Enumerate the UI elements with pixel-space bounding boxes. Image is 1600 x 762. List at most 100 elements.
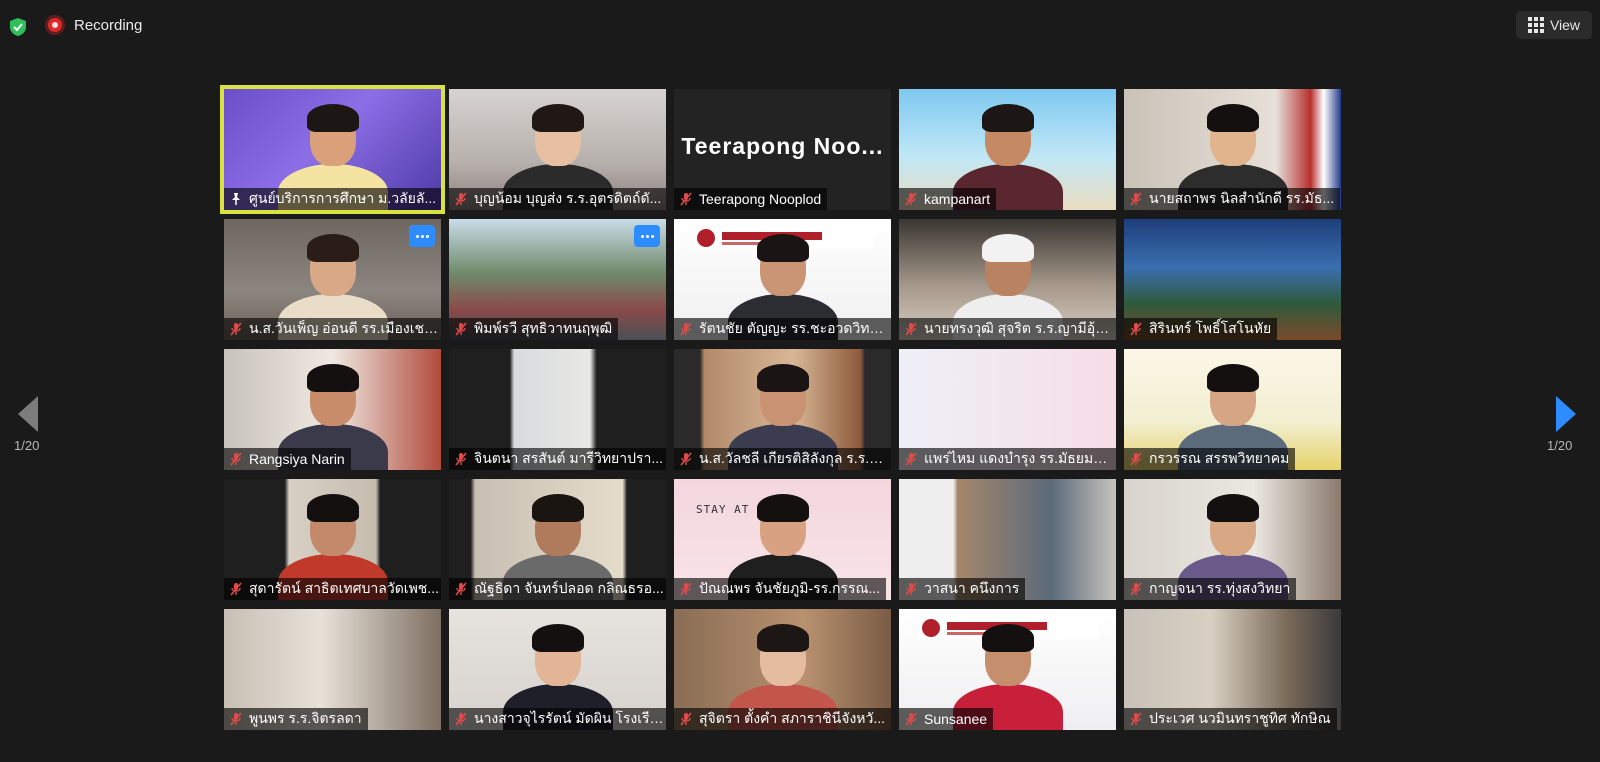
participant-hair: [531, 104, 584, 132]
participant-hair: [306, 494, 359, 522]
page-indicator-right: 1/20: [1547, 438, 1573, 453]
participant-video-tile[interactable]: kampanart: [899, 89, 1116, 210]
participant-name: กาญจนา รร.ทุ่งสงวิทยา: [1149, 580, 1291, 596]
participant-name: kampanart: [924, 191, 991, 207]
participant-video-tile[interactable]: วาสนา คนึงการ: [899, 479, 1116, 600]
participant-name-label: นางสาวจุไรรัตน์ มัดผิน โรงเรีย...: [449, 708, 666, 730]
participant-name-label: แพร่ไหม แดงบำรุง รร.มัธยมวัด...: [899, 448, 1116, 470]
participant-video-tile[interactable]: STAY AT HOME ปัณณพร จันชัยภูมิ-รร.กรรณ...: [674, 479, 891, 600]
arrow-left-icon: [18, 396, 38, 432]
participant-video-tile[interactable]: สิรินทร์ โพธิ์โสโนหัย: [1124, 219, 1341, 340]
participant-video-tile[interactable]: สุจิตรา ตั้งคำ สภาราชินีจังหวั...: [674, 609, 891, 730]
mic-muted-icon: [454, 452, 468, 466]
participant-name-label: น.ส.วันเพ็ญ อ่อนดี รร.เมืองเชลี...: [224, 318, 441, 340]
participant-name: ปัณณพร จันชัยภูมิ-รร.กรรณ...: [699, 580, 881, 596]
mic-muted-icon: [1129, 452, 1143, 466]
participant-video-tile[interactable]: พูนพร ร.ร.จิตรลดา: [224, 609, 441, 730]
participant-name: ประเวศ นวมินทราชูทิศ ทักษิณ: [1149, 710, 1331, 726]
participant-video-tile[interactable]: สุดารัตน์ สาธิตเทศบาลวัดเพช...: [224, 479, 441, 600]
participant-video-tile[interactable]: ศูนย์บริการการศึกษา ม.วลัยลั...: [220, 85, 445, 214]
participant-name-label: Teerapong Nooplod: [674, 188, 828, 210]
arrow-right-icon: [1556, 396, 1576, 432]
participant-name: นายสถาพร นิลสำนักดี รร.มัธ...: [1149, 190, 1335, 206]
participant-name: น.ส.วัลชลี เกียรติสิลังกุล ร.ร.ปั...: [699, 450, 889, 466]
mic-muted-icon: [904, 712, 918, 726]
participant-hair: [756, 624, 809, 652]
video-gallery: ศูนย์บริการการศึกษา ม.วลัยลั... บุญน้อม บ…: [220, 85, 1341, 730]
more-options-button[interactable]: [409, 225, 435, 247]
participant-video-tile[interactable]: นางสาวจุไรรัตน์ มัดผิน โรงเรีย...: [449, 609, 666, 730]
participant-name-label: น.ส.วัลชลี เกียรติสิลังกุล ร.ร.ปั...: [674, 448, 891, 470]
recording-label[interactable]: Recording: [74, 17, 142, 34]
mic-muted-icon: [454, 582, 468, 596]
participant-name: กรวรรณ สรรพวิทยาคม: [1149, 450, 1290, 466]
mic-muted-icon: [454, 192, 468, 206]
participant-video-tile[interactable]: นายสถาพร นิลสำนักดี รร.มัธ...: [1124, 89, 1341, 210]
participant-hair: [981, 234, 1034, 262]
participant-name-label: กาญจนา รร.ทุ่งสงวิทยา: [1124, 578, 1297, 600]
participant-video-tile[interactable]: น.ส.วัลชลี เกียรติสิลังกุล ร.ร.ปั...: [674, 349, 891, 470]
participant-hair: [1206, 494, 1259, 522]
more-options-button[interactable]: [634, 225, 660, 247]
participant-video-tile[interactable]: Sunsanee: [899, 609, 1116, 730]
participant-name: นางสาวจุไรรัตน์ มัดผิน โรงเรีย...: [474, 710, 664, 726]
participant-hair: [1206, 364, 1259, 392]
previous-page-button[interactable]: 1/20: [8, 396, 48, 460]
participant-name: สุจิตรา ตั้งคำ สภาราชินีจังหวั...: [699, 710, 886, 726]
participant-name: สิรินทร์ โพธิ์โสโนหัย: [1149, 320, 1272, 336]
mic-muted-icon: [229, 582, 243, 596]
participant-video-tile[interactable]: ณัฐธิดา จันทร์ปลอด กลิณธรอ...: [449, 479, 666, 600]
participant-video-tile[interactable]: ประเวศ นวมินทราชูทิศ ทักษิณ: [1124, 609, 1341, 730]
participant-hair: [756, 494, 809, 522]
meeting-topbar: Recording View: [0, 0, 1600, 52]
next-page-button[interactable]: 1/20: [1547, 396, 1590, 460]
participant-hair: [531, 624, 584, 652]
mic-muted-icon: [229, 712, 243, 726]
participant-name-label: สิรินทร์ โพธิ์โสโนหัย: [1124, 318, 1278, 340]
participant-name: น.ส.วันเพ็ญ อ่อนดี รร.เมืองเชลี...: [249, 320, 439, 336]
shield-check-icon[interactable]: [8, 17, 28, 37]
participant-video-tile[interactable]: นายทรงวุฒิ สุจริต ร.ร.ญามีอุ้ล...: [899, 219, 1116, 340]
participant-video-tile[interactable]: แพร่ไหม แดงบำรุง รร.มัธยมวัด...: [899, 349, 1116, 470]
participant-video-tile[interactable]: บุญน้อม บุญส่ง ร.ร.อุตรดิตถ์ดั...: [449, 89, 666, 210]
grid-view-icon: [1527, 17, 1544, 33]
participant-hair: [1206, 104, 1259, 132]
mic-muted-icon: [679, 192, 693, 206]
view-button[interactable]: View: [1516, 11, 1592, 39]
participant-video-tile[interactable]: กาญจนา รร.ทุ่งสงวิทยา: [1124, 479, 1341, 600]
participant-video-tile[interactable]: รัตนชัย ตัญญะ รร.ชะอวดวิทย...: [674, 219, 891, 340]
participant-hair: [306, 104, 359, 132]
participant-name-label: ศูนย์บริการการศึกษา ม.วลัยลั...: [224, 188, 441, 210]
participant-name-label: สุดารัตน์ สาธิตเทศบาลวัดเพช...: [224, 578, 441, 600]
mic-muted-icon: [679, 452, 693, 466]
recording-icon[interactable]: [48, 18, 62, 32]
participant-video-tile[interactable]: พิมพ์รวี สุทธิวาทนฤพุฒิ: [449, 219, 666, 340]
participant-name-label: นายทรงวุฒิ สุจริต ร.ร.ญามีอุ้ล...: [899, 318, 1116, 340]
participant-name-label: kampanart: [899, 188, 997, 210]
participant-name: สุดารัตน์ สาธิตเทศบาลวัดเพช...: [249, 580, 439, 596]
participant-name: ณัฐธิดา จันทร์ปลอด กลิณธรอ...: [474, 580, 664, 596]
participant-hair: [756, 364, 809, 392]
participant-video-tile[interactable]: Rangsiya Narin: [224, 349, 441, 470]
mic-muted-icon: [1129, 582, 1143, 596]
participant-name-label: พิมพ์รวี สุทธิวาทนฤพุฒิ: [449, 318, 619, 340]
participant-video-tile[interactable]: น.ส.วันเพ็ญ อ่อนดี รร.เมืองเชลี...: [224, 219, 441, 340]
mic-muted-icon: [454, 712, 468, 726]
participant-name-label: วาสนา คนึงการ: [899, 578, 1026, 600]
participant-name: นายทรงวุฒิ สุจริต ร.ร.ญามีอุ้ล...: [924, 320, 1114, 336]
mic-muted-icon: [229, 452, 243, 466]
participant-name-label: บุญน้อม บุญส่ง ร.ร.อุตรดิตถ์ดั...: [449, 188, 666, 210]
participant-name-label: พูนพร ร.ร.จิตรลดา: [224, 708, 368, 730]
participant-video-tile[interactable]: กรวรรณ สรรพวิทยาคม: [1124, 349, 1341, 470]
participant-name: จินตนา สรสันต์ มารีวิทยาปรา...: [474, 450, 664, 466]
mic-muted-icon: [679, 712, 693, 726]
participant-name: พูนพร ร.ร.จิตรลดา: [249, 710, 362, 726]
participant-name: พิมพ์รวี สุทธิวาทนฤพุฒิ: [474, 320, 613, 336]
mic-muted-icon: [454, 322, 468, 336]
participant-hair: [981, 104, 1034, 132]
participant-hair: [306, 234, 359, 262]
participant-video-tile[interactable]: Teerapong Noo... Teerapong Nooplod: [674, 89, 891, 210]
participant-video-tile[interactable]: จินตนา สรสันต์ มารีวิทยาปรา...: [449, 349, 666, 470]
participant-name-label: Rangsiya Narin: [224, 448, 351, 470]
participant-hair: [756, 234, 809, 262]
